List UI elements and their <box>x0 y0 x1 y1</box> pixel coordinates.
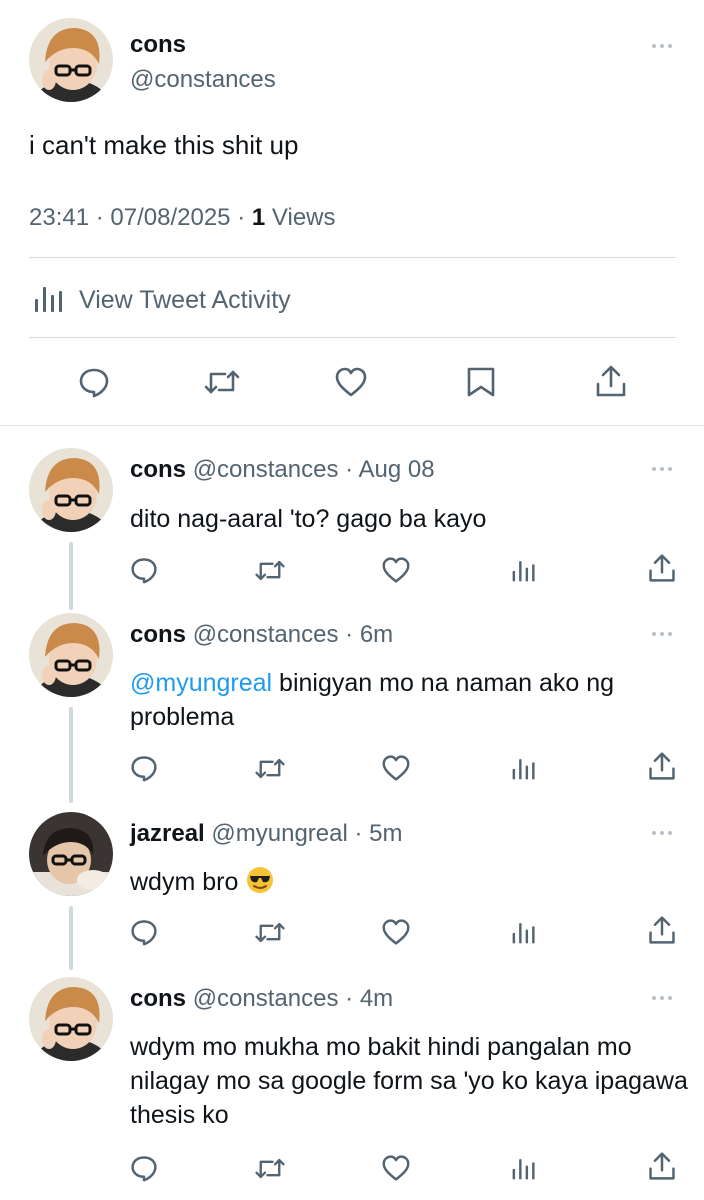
retweet-icon[interactable] <box>254 755 286 782</box>
like-icon[interactable] <box>334 366 368 398</box>
reply-text: wdym mo mukha mo bakit hindi pangalan mo… <box>130 1033 688 1129</box>
separator: · <box>354 820 363 847</box>
reply-text-body: wdym bro <box>130 868 239 896</box>
reply-header: cons @constances · 6m <box>130 621 393 649</box>
reply-display-name[interactable]: cons <box>130 621 186 648</box>
reply-header: cons @constances · 4m <box>130 985 393 1013</box>
analytics-icon <box>33 283 65 318</box>
share-icon[interactable] <box>647 1151 677 1181</box>
retweet-icon[interactable] <box>254 557 286 584</box>
separator: · <box>345 621 354 648</box>
views-count: 1 <box>251 204 266 231</box>
reply-handle[interactable]: @constances <box>193 621 339 648</box>
share-icon[interactable] <box>594 364 628 398</box>
bookmark-icon[interactable] <box>466 366 496 398</box>
separator: · <box>95 204 104 231</box>
tweet-meta: 23:41 · 07/08/2025 · 1 Views <box>29 204 336 232</box>
tweet-date: 07/08/2025 <box>110 204 231 231</box>
like-icon[interactable] <box>381 556 411 584</box>
more-options-icon[interactable] <box>652 632 672 636</box>
tweet-text: i can't make this shit up <box>29 130 299 160</box>
mention-link[interactable]: @myungreal <box>130 669 272 697</box>
divider <box>29 257 676 258</box>
views-label: Views <box>271 204 336 231</box>
reply-handle[interactable]: @constances <box>193 456 339 483</box>
reply-handle[interactable]: @constances <box>193 985 339 1012</box>
tweet-time: 23:41 <box>29 204 90 231</box>
thread-line <box>69 906 73 970</box>
share-icon[interactable] <box>647 915 677 945</box>
like-icon[interactable] <box>381 1154 411 1182</box>
view-tweet-activity-label: View Tweet Activity <box>79 286 291 314</box>
separator: · <box>345 456 354 483</box>
reply-time[interactable]: Aug 08 <box>358 456 434 483</box>
retweet-icon[interactable] <box>203 366 241 398</box>
analytics-icon[interactable] <box>511 919 537 945</box>
more-options-icon[interactable] <box>652 44 672 48</box>
sunglasses-emoji-icon <box>245 865 275 904</box>
reply-icon[interactable] <box>130 1154 158 1182</box>
thread-line <box>69 542 73 610</box>
author-handle[interactable]: @constances <box>130 66 276 94</box>
view-tweet-activity-link[interactable]: View Tweet Activity <box>33 283 291 318</box>
reply-icon[interactable] <box>130 918 158 946</box>
reply-text: wdym bro 😎 <box>130 865 690 904</box>
reply-text: dito nag-aaral 'to? gago ba kayo <box>130 505 487 533</box>
divider <box>0 425 704 426</box>
thread-line <box>69 707 73 803</box>
reply-icon[interactable] <box>130 556 158 584</box>
reply-display-name[interactable]: cons <box>130 456 186 483</box>
like-icon[interactable] <box>381 918 411 946</box>
retweet-icon[interactable] <box>254 1155 286 1182</box>
reply-header: jazreal @myungreal · 5m <box>130 820 403 848</box>
share-icon[interactable] <box>647 553 677 583</box>
reply-display-name[interactable]: jazreal <box>130 820 205 847</box>
like-icon[interactable] <box>381 754 411 782</box>
reply-time[interactable]: 4m <box>360 985 393 1012</box>
analytics-icon[interactable] <box>511 557 537 583</box>
separator: · <box>345 985 354 1012</box>
reply-handle[interactable]: @myungreal <box>211 820 347 847</box>
separator: · <box>237 204 246 231</box>
analytics-icon[interactable] <box>511 755 537 781</box>
divider <box>29 337 676 338</box>
reply-header: cons @constances · Aug 08 <box>130 456 435 484</box>
reply-icon[interactable] <box>130 754 158 782</box>
reply-text: @myungreal binigyan mo na naman ako ng p… <box>130 666 690 734</box>
reply-avatar[interactable] <box>29 613 113 697</box>
reply-time[interactable]: 5m <box>369 820 402 847</box>
author-avatar[interactable] <box>29 18 113 102</box>
reply-avatar[interactable] <box>29 977 113 1061</box>
reply-avatar[interactable] <box>29 812 113 896</box>
more-options-icon[interactable] <box>652 831 672 835</box>
more-options-icon[interactable] <box>652 467 672 471</box>
reply-icon[interactable] <box>78 366 110 398</box>
reply-avatar[interactable] <box>29 448 113 532</box>
reply-display-name[interactable]: cons <box>130 985 186 1012</box>
share-icon[interactable] <box>647 751 677 781</box>
reply-time[interactable]: 6m <box>360 621 393 648</box>
analytics-icon[interactable] <box>511 1155 537 1181</box>
more-options-icon[interactable] <box>652 996 672 1000</box>
author-display-name[interactable]: cons <box>130 31 186 59</box>
retweet-icon[interactable] <box>254 919 286 946</box>
